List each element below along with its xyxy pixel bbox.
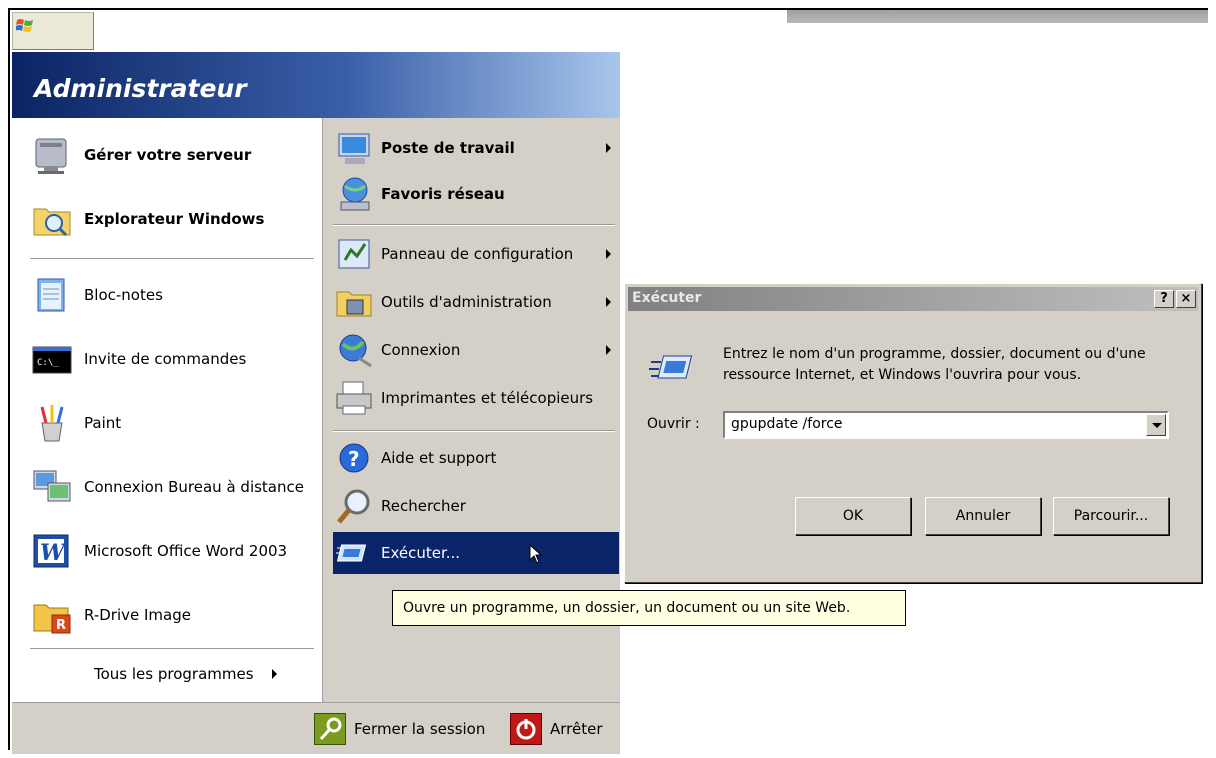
menu-item-command-prompt[interactable]: C:\_ Invite de commandes bbox=[30, 334, 246, 384]
left-column: Gérer votre serveur Explorateur Windows … bbox=[12, 118, 322, 702]
left-separator bbox=[30, 258, 314, 260]
folder-explorer-icon bbox=[30, 197, 74, 241]
browse-button[interactable]: Parcourir... bbox=[1053, 497, 1169, 535]
network-icon bbox=[333, 172, 377, 216]
left-separator-bottom bbox=[30, 648, 314, 650]
menu-item-paint[interactable]: Paint bbox=[30, 398, 121, 448]
connect-globe-icon bbox=[333, 328, 377, 372]
ok-button[interactable]: OK bbox=[795, 497, 911, 535]
menu-item-help[interactable]: ? Aide et support bbox=[333, 436, 617, 480]
open-combobox[interactable]: gpupdate /force bbox=[723, 411, 1169, 439]
admin-tools-icon bbox=[333, 280, 377, 324]
right-separator bbox=[333, 224, 615, 226]
key-icon bbox=[314, 713, 346, 745]
help-icon: ? bbox=[333, 436, 377, 480]
open-input-value: gpupdate /force bbox=[731, 416, 843, 432]
menu-item-manage-server[interactable]: Gérer votre serveur bbox=[30, 130, 251, 180]
computer-icon bbox=[333, 126, 377, 170]
menu-item-word[interactable]: W Microsoft Office Word 2003 bbox=[30, 526, 287, 576]
control-panel-icon bbox=[333, 232, 377, 276]
svg-text:?: ? bbox=[348, 447, 360, 471]
mouse-cursor-icon bbox=[529, 544, 543, 564]
dialog-title: Exécuter bbox=[632, 290, 702, 306]
menu-item-network-places[interactable]: Favoris réseau bbox=[333, 172, 617, 216]
printer-icon bbox=[333, 376, 377, 420]
windows-flag-icon bbox=[16, 19, 33, 32]
rdrive-icon: R bbox=[30, 593, 74, 637]
shutdown-button[interactable]: Arrêter bbox=[510, 709, 603, 749]
menu-item-remote-desktop[interactable]: Connexion Bureau à distance bbox=[30, 462, 304, 512]
menu-item-control-panel[interactable]: Panneau de configuration bbox=[333, 232, 617, 276]
submenu-arrow-icon bbox=[606, 345, 611, 355]
menu-item-windows-explorer[interactable]: Explorateur Windows bbox=[30, 194, 264, 244]
help-button[interactable]: ? bbox=[1154, 290, 1174, 308]
menu-item-connect[interactable]: Connexion bbox=[333, 328, 617, 372]
open-label: Ouvrir : bbox=[647, 416, 700, 432]
menu-item-run[interactable]: Exécuter... bbox=[333, 532, 619, 574]
submenu-arrow-icon bbox=[606, 249, 611, 259]
dropdown-arrow-icon[interactable] bbox=[1146, 414, 1166, 436]
svg-text:R: R bbox=[56, 618, 66, 633]
command-prompt-icon: C:\_ bbox=[30, 337, 74, 381]
remote-desktop-icon bbox=[30, 465, 74, 509]
svg-text:W: W bbox=[40, 540, 67, 566]
taskbar-edge bbox=[787, 10, 1208, 23]
logoff-button[interactable]: Fermer la session bbox=[314, 709, 485, 749]
dialog-titlebar: Exécuter ? × bbox=[628, 287, 1198, 311]
word-icon: W bbox=[30, 529, 74, 573]
server-icon bbox=[30, 133, 74, 177]
run-icon bbox=[333, 531, 377, 575]
submenu-arrow-icon bbox=[606, 297, 611, 307]
dialog-description: Entrez le nom d'un programme, dossier, d… bbox=[723, 346, 1146, 383]
run-tooltip: Ouvre un programme, un dossier, un docum… bbox=[392, 590, 906, 626]
menu-item-notepad[interactable]: Bloc-notes bbox=[30, 270, 163, 320]
start-menu: Administrateur Gérer votre serveur Explo… bbox=[12, 52, 620, 754]
search-icon bbox=[333, 484, 377, 528]
start-button[interactable] bbox=[12, 12, 94, 50]
menu-item-admin-tools[interactable]: Outils d'administration bbox=[333, 280, 617, 324]
start-menu-footer: Fermer la session Arrêter bbox=[12, 702, 620, 754]
all-programs-button[interactable]: Tous les programmes bbox=[84, 652, 277, 696]
cancel-button[interactable]: Annuler bbox=[925, 497, 1041, 535]
close-button[interactable]: × bbox=[1176, 290, 1196, 308]
menu-item-rdrive-image[interactable]: R R-Drive Image bbox=[30, 590, 191, 640]
run-dialog: Exécuter ? × Entrez le nom d'un programm… bbox=[624, 283, 1202, 583]
menu-item-my-computer[interactable]: Poste de travail bbox=[333, 126, 617, 170]
run-icon bbox=[649, 355, 693, 379]
notepad-icon bbox=[30, 273, 74, 317]
menu-item-printers[interactable]: Imprimantes et télécopieurs bbox=[333, 376, 617, 420]
svg-text:C:\_: C:\_ bbox=[37, 358, 59, 368]
submenu-arrow-icon bbox=[606, 143, 611, 153]
user-name: Administrateur bbox=[34, 74, 247, 103]
menu-item-search[interactable]: Rechercher bbox=[333, 484, 617, 528]
power-icon bbox=[510, 713, 542, 745]
right-separator-2 bbox=[333, 430, 615, 432]
start-menu-header: Administrateur bbox=[12, 52, 620, 118]
paint-icon bbox=[30, 401, 74, 445]
arrow-right-icon bbox=[271, 669, 277, 679]
